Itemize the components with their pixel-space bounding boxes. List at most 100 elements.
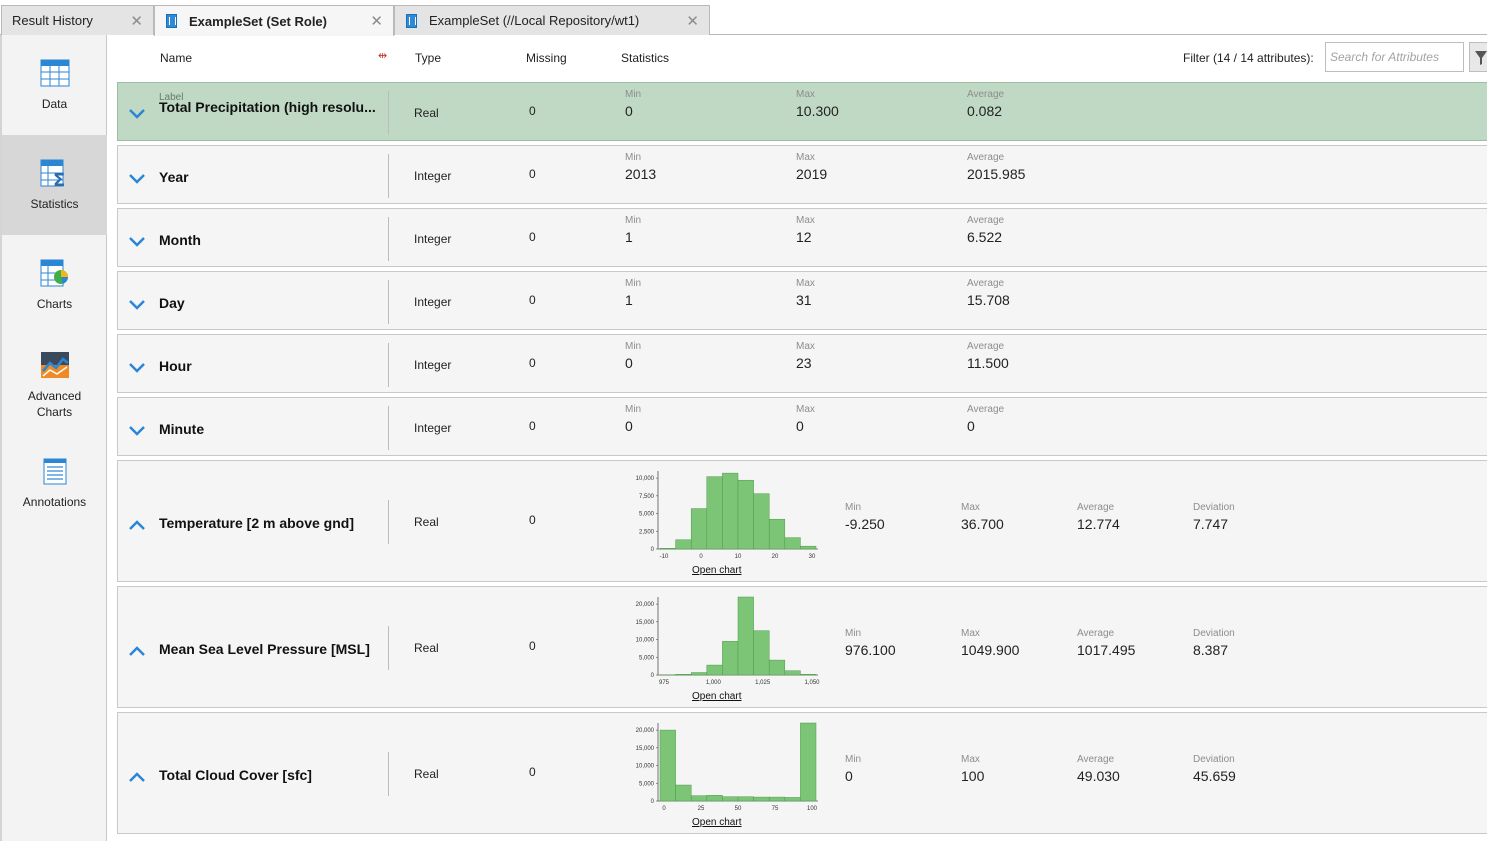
attribute-row[interactable]: Minute Integer 0 Min 0 Max 0 Average 0	[117, 397, 1487, 456]
document-icon	[166, 14, 177, 28]
stat-value-max: 100	[961, 768, 985, 784]
column-divider	[388, 90, 389, 135]
filter-button[interactable]	[1469, 42, 1487, 72]
stat-value-min: 0	[625, 355, 633, 371]
attribute-row[interactable]: Mean Sea Level Pressure [MSL] Real 0 Min 976…	[117, 586, 1487, 708]
nav-label: Statistics	[30, 197, 79, 211]
stat-label-min: Min	[625, 278, 642, 289]
stat-value-max: 10.300	[796, 103, 839, 119]
histogram-bar	[675, 784, 692, 802]
nav-item-statistics[interactable]: Σ Statistics	[2, 135, 107, 235]
chevron-up-icon[interactable]	[129, 772, 145, 782]
missing-count: 0	[529, 765, 536, 779]
chevron-down-icon[interactable]	[129, 425, 145, 436]
x-tick-label: 25	[698, 806, 705, 812]
tab-result-history[interactable]: Result History ✕	[1, 5, 154, 35]
attribute-row[interactable]: Day Integer 0 Min 1 Max 31 Average 15.708	[117, 271, 1487, 330]
document-icon	[406, 13, 417, 28]
chevron-down-icon[interactable]	[129, 108, 145, 119]
chevron-up-icon[interactable]	[129, 520, 145, 530]
open-chart-link[interactable]: Open chart	[692, 691, 741, 702]
stat-value-average: 12.774	[1077, 516, 1120, 532]
stat-value-min: 976.100	[845, 642, 896, 658]
open-chart-link[interactable]: Open chart	[692, 565, 741, 576]
close-icon[interactable]: ✕	[686, 12, 699, 30]
attribute-row[interactable]: Total Cloud Cover [sfc] Real 0 Min 0 Max 100 Av…	[117, 712, 1487, 834]
open-chart-link[interactable]: Open chart	[692, 817, 741, 828]
chevron-down-icon[interactable]	[129, 299, 145, 310]
y-tick-label: 0	[651, 673, 655, 679]
attribute-type: Integer	[414, 294, 452, 309]
attribute-name: Total Precipitation (high resolu...	[159, 98, 376, 115]
nav-item-charts[interactable]: Charts	[2, 235, 107, 335]
column-header-statistics[interactable]: Statistics	[621, 51, 669, 65]
column-header-type[interactable]: Type	[415, 51, 441, 65]
tab-exampleset-repository[interactable]: ExampleSet (//Local Repository/wt1) ✕	[394, 5, 710, 35]
close-icon[interactable]: ✕	[130, 12, 143, 30]
x-tick-label: -10	[660, 554, 669, 560]
stat-value-average: 0	[967, 418, 975, 434]
nav-item-advanced-charts[interactable]: Advanced Charts	[2, 335, 107, 445]
stat-value-min: 1	[625, 292, 633, 308]
attribute-row[interactable]: Temperature [2 m above gnd] Real 0 Min -9.25…	[117, 460, 1487, 582]
attribute-row[interactable]: Label Total Precipitation (high resolu...…	[117, 82, 1487, 141]
tab-exampleset-set-role[interactable]: ExampleSet (Set Role) ✕	[154, 5, 394, 36]
column-resize-handle-icon[interactable]: ⇹	[378, 49, 387, 62]
stat-label-average: Average	[1077, 628, 1115, 639]
stat-label-min: Min	[845, 502, 862, 513]
missing-count: 0	[529, 513, 536, 527]
close-icon[interactable]: ✕	[370, 12, 383, 30]
notepad-icon	[43, 458, 66, 485]
stat-value-min: 0	[625, 418, 633, 434]
tab-label: Result History	[12, 13, 93, 28]
chevron-up-icon[interactable]	[129, 646, 145, 656]
missing-count: 0	[529, 229, 536, 244]
stat-value-average: 2015.985	[967, 166, 1026, 182]
column-header-missing[interactable]: Missing	[526, 51, 567, 65]
chevron-down-icon[interactable]	[129, 362, 145, 373]
tab-label: ExampleSet (Set Role)	[189, 13, 327, 29]
nav-item-annotations[interactable]: Annotations	[2, 445, 107, 545]
column-divider	[388, 752, 389, 796]
column-header-name[interactable]: Name	[160, 51, 192, 65]
histogram-bar	[768, 518, 786, 550]
histogram-bar	[690, 795, 708, 802]
x-tick-label: 75	[772, 806, 779, 812]
nav-label: Charts	[36, 297, 73, 311]
nav-label: Data	[41, 97, 68, 111]
view-sidebar: Data Σ Statistics Charts Advanced Charts	[0, 35, 107, 841]
stat-value-deviation: 8.387	[1193, 642, 1229, 658]
search-attributes-input[interactable]	[1325, 42, 1464, 72]
attribute-row[interactable]: Year Integer 0 Min 2013 Max 2019 Average 2015.98…	[117, 145, 1487, 204]
stat-label-min: Min	[845, 754, 862, 765]
stat-value-average: 49.030	[1077, 768, 1120, 784]
y-tick-label: 0	[651, 547, 655, 553]
x-tick-label: 10	[735, 554, 742, 560]
stat-label-max: Max	[961, 502, 980, 513]
missing-count: 0	[529, 355, 536, 370]
nav-item-data[interactable]: Data	[2, 35, 107, 135]
stat-value-max: 2019	[796, 166, 828, 182]
chevron-down-icon[interactable]	[129, 236, 145, 247]
attribute-row[interactable]: Hour Integer 0 Min 0 Max 23 Average 11.500	[117, 334, 1487, 393]
attribute-row[interactable]: Month Integer 0 Min 1 Max 12 Average 6.522	[117, 208, 1487, 267]
histogram-chart: 0 5,000 10,000 15,000 20,000 0 25 50 75 100	[636, 722, 818, 812]
stat-value-max: 31	[796, 292, 812, 308]
stat-label-max: Max	[796, 152, 815, 163]
stat-label-min: Min	[625, 152, 642, 163]
stat-label-average: Average	[967, 215, 1005, 226]
stat-value-min: -9.250	[845, 516, 885, 532]
y-tick-label: 15,000	[636, 746, 655, 752]
tab-label: ExampleSet (//Local Repository/wt1)	[429, 13, 640, 28]
stat-label-max: Max	[796, 89, 815, 100]
stat-value-min: 0	[625, 103, 633, 119]
histogram-bar	[675, 539, 692, 550]
attribute-type: Real	[414, 641, 439, 655]
missing-count: 0	[529, 166, 536, 181]
chevron-down-icon[interactable]	[129, 173, 145, 184]
histogram-bar	[768, 796, 786, 802]
histogram-bar	[706, 664, 723, 676]
stat-label-max: Max	[796, 215, 815, 226]
stat-value-average: 0.082	[967, 103, 1003, 119]
tab-bar: Result History ✕ ExampleSet (Set Role) ✕…	[0, 0, 1487, 36]
